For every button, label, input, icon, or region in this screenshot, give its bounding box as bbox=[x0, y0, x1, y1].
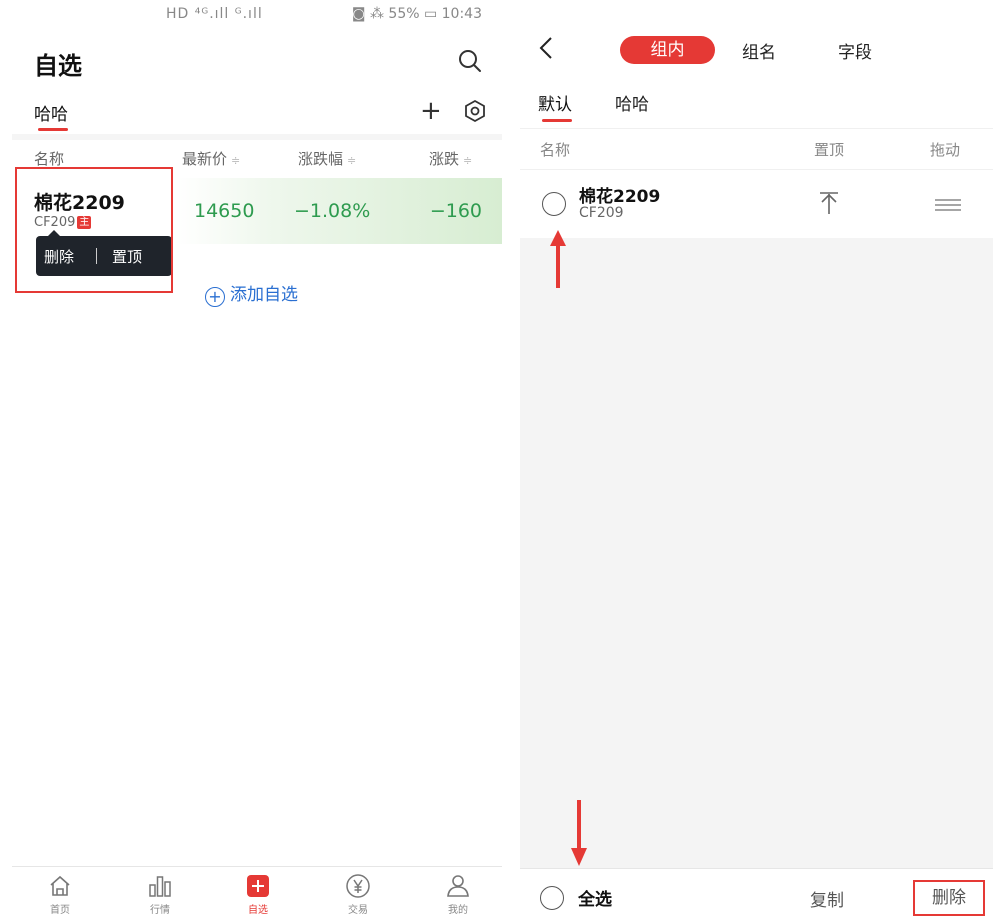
tab-market[interactable]: 行情 bbox=[130, 873, 190, 916]
watchlist-screen: HD ⁴ᴳ.ıll ᴳ.ıll ◙ ⁂ 55% ▭ 10:43 自选 哈哈 + … bbox=[12, 0, 502, 920]
annotation-arrow-up bbox=[550, 230, 566, 288]
drag-handle-icon[interactable] bbox=[934, 198, 962, 212]
page-title: 自选 bbox=[34, 52, 82, 80]
segment-in-group[interactable]: 组内 bbox=[620, 36, 715, 64]
instrument-code: CF209 bbox=[579, 205, 624, 221]
tab-indicator bbox=[38, 128, 68, 131]
copy-button[interactable]: 复制 bbox=[810, 886, 844, 911]
home-icon bbox=[50, 875, 70, 896]
yen-circle-icon bbox=[346, 874, 370, 898]
bottom-tab-bar: 首页 行情 自选 交易 我的 bbox=[12, 866, 502, 920]
change-percent: −1.08% bbox=[294, 200, 371, 222]
delete-button[interactable]: 删除 bbox=[913, 880, 985, 916]
segment-group-name[interactable]: 组名 bbox=[742, 38, 776, 63]
plus-circle-icon: + bbox=[205, 287, 225, 307]
settings-hex-icon[interactable] bbox=[463, 99, 487, 123]
subtab-indicator bbox=[542, 119, 572, 122]
edit-table-header: 名称 置顶 拖动 bbox=[520, 128, 993, 170]
change-value: −160 bbox=[429, 200, 482, 222]
status-signal: HD ⁴ᴳ.ıll ᴳ.ıll bbox=[166, 6, 263, 22]
chart-bars-icon bbox=[149, 876, 171, 897]
select-all-radio[interactable] bbox=[540, 886, 564, 910]
col-latest-price[interactable]: 最新价 ≑ bbox=[182, 148, 240, 169]
add-icon[interactable]: + bbox=[420, 97, 442, 125]
sort-icon: ≑ bbox=[231, 154, 241, 167]
col-change-pct[interactable]: 涨跌幅 ≑ bbox=[298, 148, 356, 169]
select-all-label[interactable]: 全选 bbox=[578, 885, 612, 910]
tab-watchlist[interactable]: 自选 bbox=[228, 873, 288, 916]
status-bar: HD ⁴ᴳ.ıll ᴳ.ıll ◙ ⁂ 55% ▭ 10:43 bbox=[12, 0, 502, 22]
group-tab-haha[interactable]: 哈哈 bbox=[34, 100, 68, 125]
row-select-radio[interactable] bbox=[542, 192, 566, 216]
col-name: 名称 bbox=[34, 150, 65, 168]
subtab-default[interactable]: 默认 bbox=[538, 90, 572, 115]
tab-home[interactable]: 首页 bbox=[30, 873, 90, 916]
tab-mine[interactable]: 我的 bbox=[428, 873, 488, 916]
instrument-name: 棉花2209 bbox=[579, 187, 661, 207]
table-row[interactable]: 棉花2209 CF209 bbox=[520, 172, 993, 238]
tab-trade[interactable]: 交易 bbox=[328, 873, 388, 916]
col-change[interactable]: 涨跌 ≑ bbox=[429, 148, 472, 169]
col-name: 名称 bbox=[540, 141, 571, 159]
annotation-highlight-box bbox=[15, 167, 173, 293]
pin-top-icon[interactable] bbox=[818, 190, 840, 216]
edit-footer-bar: 全选 复制 删除 bbox=[520, 868, 993, 920]
edit-watchlist-screen: 组内 组名 字段 默认 哈哈 名称 置顶 拖动 棉花2209 CF209 全选 … bbox=[520, 0, 993, 920]
latest-price: 14650 bbox=[194, 200, 255, 222]
plus-square-icon bbox=[247, 875, 269, 897]
annotation-arrow-down bbox=[571, 800, 587, 866]
sort-icon: ≑ bbox=[347, 154, 357, 167]
back-chevron-icon[interactable] bbox=[536, 34, 556, 62]
segment-fields[interactable]: 字段 bbox=[838, 38, 872, 63]
sort-icon: ≑ bbox=[463, 154, 473, 167]
col-pin-top: 置顶 bbox=[814, 141, 845, 159]
subtab-haha[interactable]: 哈哈 bbox=[615, 90, 649, 115]
person-icon bbox=[447, 875, 469, 897]
search-icon[interactable] bbox=[457, 48, 483, 74]
col-drag: 拖动 bbox=[930, 141, 961, 159]
status-battery-time: ◙ ⁂ 55% ▭ 10:43 bbox=[351, 6, 482, 22]
add-watchlist-button[interactable]: + 添加自选 bbox=[205, 280, 298, 307]
